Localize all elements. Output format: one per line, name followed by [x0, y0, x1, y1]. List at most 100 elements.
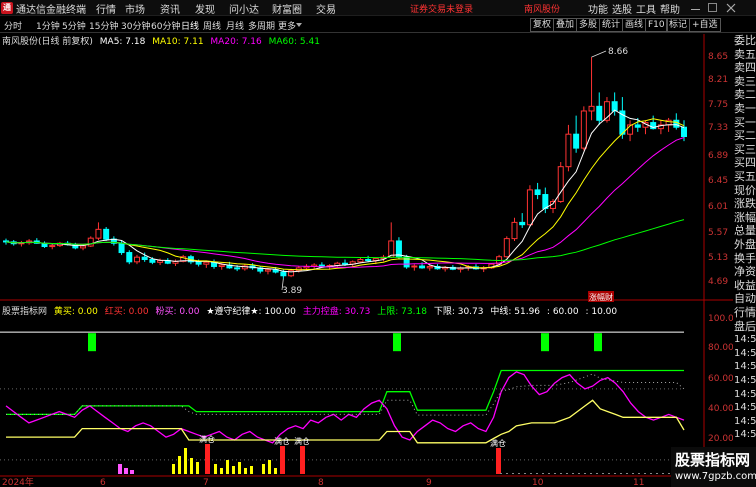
price-tick: 6.89 [708, 151, 728, 161]
panel-label: 涨幅 [734, 210, 756, 224]
main-control-label: 主力控盘: 30.73 [302, 307, 371, 317]
level-60-label: : 60.00 [546, 307, 579, 317]
baseline-tick [578, 473, 580, 474]
candle-body [526, 189, 533, 226]
panel-label: 总量 [734, 224, 756, 238]
high-marker [591, 50, 607, 58]
candle-body [634, 124, 641, 128]
candle-body [126, 252, 133, 263]
watermark-url: www.7gpzb.com [675, 471, 756, 482]
panel-label: 卖五 [734, 47, 756, 61]
baseline-tick [602, 473, 604, 474]
panel-label: 卖一 [734, 102, 756, 115]
watermark-title: 股票指标网 [675, 451, 751, 469]
candle-body [342, 262, 348, 265]
ind-tick: 60.00 [708, 374, 733, 384]
baseline-tick [650, 473, 652, 474]
panel-label: 14:50 [734, 402, 756, 414]
yellow-buy-bar [178, 456, 181, 474]
indicator-title: 股票指标网 [2, 307, 48, 317]
baseline-tick [638, 473, 640, 474]
baseline-tick [566, 473, 568, 474]
indicator-axis: 100.00 80.00 60.00 40.00 20.00 [708, 314, 733, 444]
baseline-tick [506, 473, 508, 474]
midline-dots [6, 373, 685, 416]
candle-body [95, 228, 102, 239]
panel-label: 14:50 [734, 334, 756, 346]
baseline-tick [536, 473, 538, 474]
pink-buy-bar [130, 470, 134, 474]
green-signal-block [541, 333, 549, 352]
panel-label[interactable]: 行情 [734, 306, 756, 319]
panel-label[interactable]: 自动 [734, 292, 756, 305]
pink-buy-label: 粉买: 0.00 [155, 307, 200, 317]
baseline-tick [548, 473, 550, 474]
price-tick: 5.57 [708, 228, 728, 238]
yellow-buy-bar [220, 468, 223, 474]
candle-body [218, 264, 225, 267]
chart-canvas[interactable]: 8.65 8.21 7.75 7.33 6.89 6.45 6.01 5.57 … [0, 0, 733, 487]
baseline-tick [626, 473, 628, 474]
high-price-label: 8.66 [608, 47, 628, 57]
indicator-chart: 满仓 满仓 满仓 满仓 [0, 331, 685, 474]
panel-label: 买三 [734, 142, 756, 156]
price-tick: 8.21 [708, 75, 728, 85]
baseline-tick [584, 473, 586, 474]
full-position-tag: 满仓 [294, 436, 310, 446]
panel-label: 14:50 [734, 361, 756, 373]
pink-buy-bar [124, 468, 128, 474]
candle-body [419, 265, 426, 269]
panel-label: 卖三 [734, 74, 756, 88]
panel-label: 买四 [734, 156, 756, 170]
full-position-tag: 满仓 [274, 436, 290, 446]
panel-label: 14:50 [734, 388, 756, 400]
candle-body [103, 228, 110, 240]
upper-limit-label: 上限: 73.18 [377, 307, 427, 317]
candle-body [234, 267, 241, 270]
panel-label: 14:50 [734, 429, 756, 441]
yellow-buy-bar [232, 466, 235, 474]
baseline-tick [554, 473, 556, 474]
date-tick: 7 [203, 478, 209, 487]
indicator-legend: 股票指标网 黄买: 0.00 红买: 0.00 粉买: 0.00 ★遵守纪律★:… [2, 304, 621, 317]
baseline-tick [596, 473, 598, 474]
candle-body [365, 259, 372, 262]
candle-body [141, 256, 148, 261]
candle-body [426, 265, 433, 269]
candle-body [133, 256, 140, 263]
indicator-series-line [6, 399, 685, 444]
baseline-tick [608, 473, 610, 474]
candle-body [565, 133, 572, 168]
candle-body [557, 166, 564, 202]
yellow-buy-bar [262, 464, 265, 474]
panel-label: 涨跌 [734, 197, 756, 211]
candle-body [511, 221, 518, 240]
low-price-label: 3.89 [282, 286, 302, 296]
candle-body [87, 237, 94, 247]
date-tick: 6 [100, 478, 106, 487]
ind-tick: 80.00 [708, 343, 733, 353]
baseline-tick [614, 473, 616, 474]
candle-body [519, 221, 526, 226]
lower-limit-label: 下限: 30.73 [433, 307, 484, 317]
baseline-tick [668, 473, 670, 474]
yellow-buy-bar [250, 466, 253, 474]
ind-tick: 100.00 [708, 314, 733, 324]
date-tick: 8 [318, 478, 324, 487]
baseline-tick [632, 473, 634, 474]
candle-body [195, 261, 202, 265]
date-tick: 9 [426, 478, 432, 487]
candle-body [118, 242, 125, 254]
candle-body [503, 238, 510, 258]
panel-label: 收益 [734, 278, 756, 292]
baseline-tick [656, 473, 658, 474]
yellow-buy-bar [214, 464, 217, 474]
promo-badge[interactable]: 涨幅财 [589, 292, 613, 302]
panel-label: 买五 [734, 170, 756, 183]
panel-label[interactable]: 盘后 [734, 320, 756, 333]
candle-body [280, 271, 287, 277]
level-10-label: : 10.00 [585, 307, 618, 317]
midline-label: 中线: 51.96 [490, 307, 541, 317]
green-signal-block [88, 333, 96, 352]
baseline-tick [542, 473, 544, 474]
